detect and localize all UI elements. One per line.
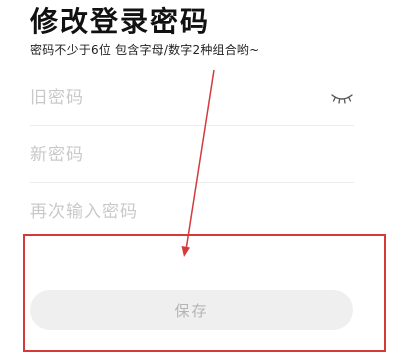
save-button[interactable]: 保存 xyxy=(30,290,353,330)
confirm-password-input[interactable] xyxy=(30,187,310,237)
new-password-row xyxy=(30,130,354,183)
password-hint: 密码不少于6位 包含字母/数字2种组合哟~ xyxy=(30,43,260,57)
old-password-row xyxy=(30,73,354,126)
new-password-input[interactable] xyxy=(30,130,310,180)
page-title: 修改登录密码 xyxy=(30,5,211,38)
eye-closed-icon[interactable] xyxy=(330,91,354,105)
old-password-input[interactable] xyxy=(30,73,310,123)
confirm-password-row xyxy=(30,187,354,239)
